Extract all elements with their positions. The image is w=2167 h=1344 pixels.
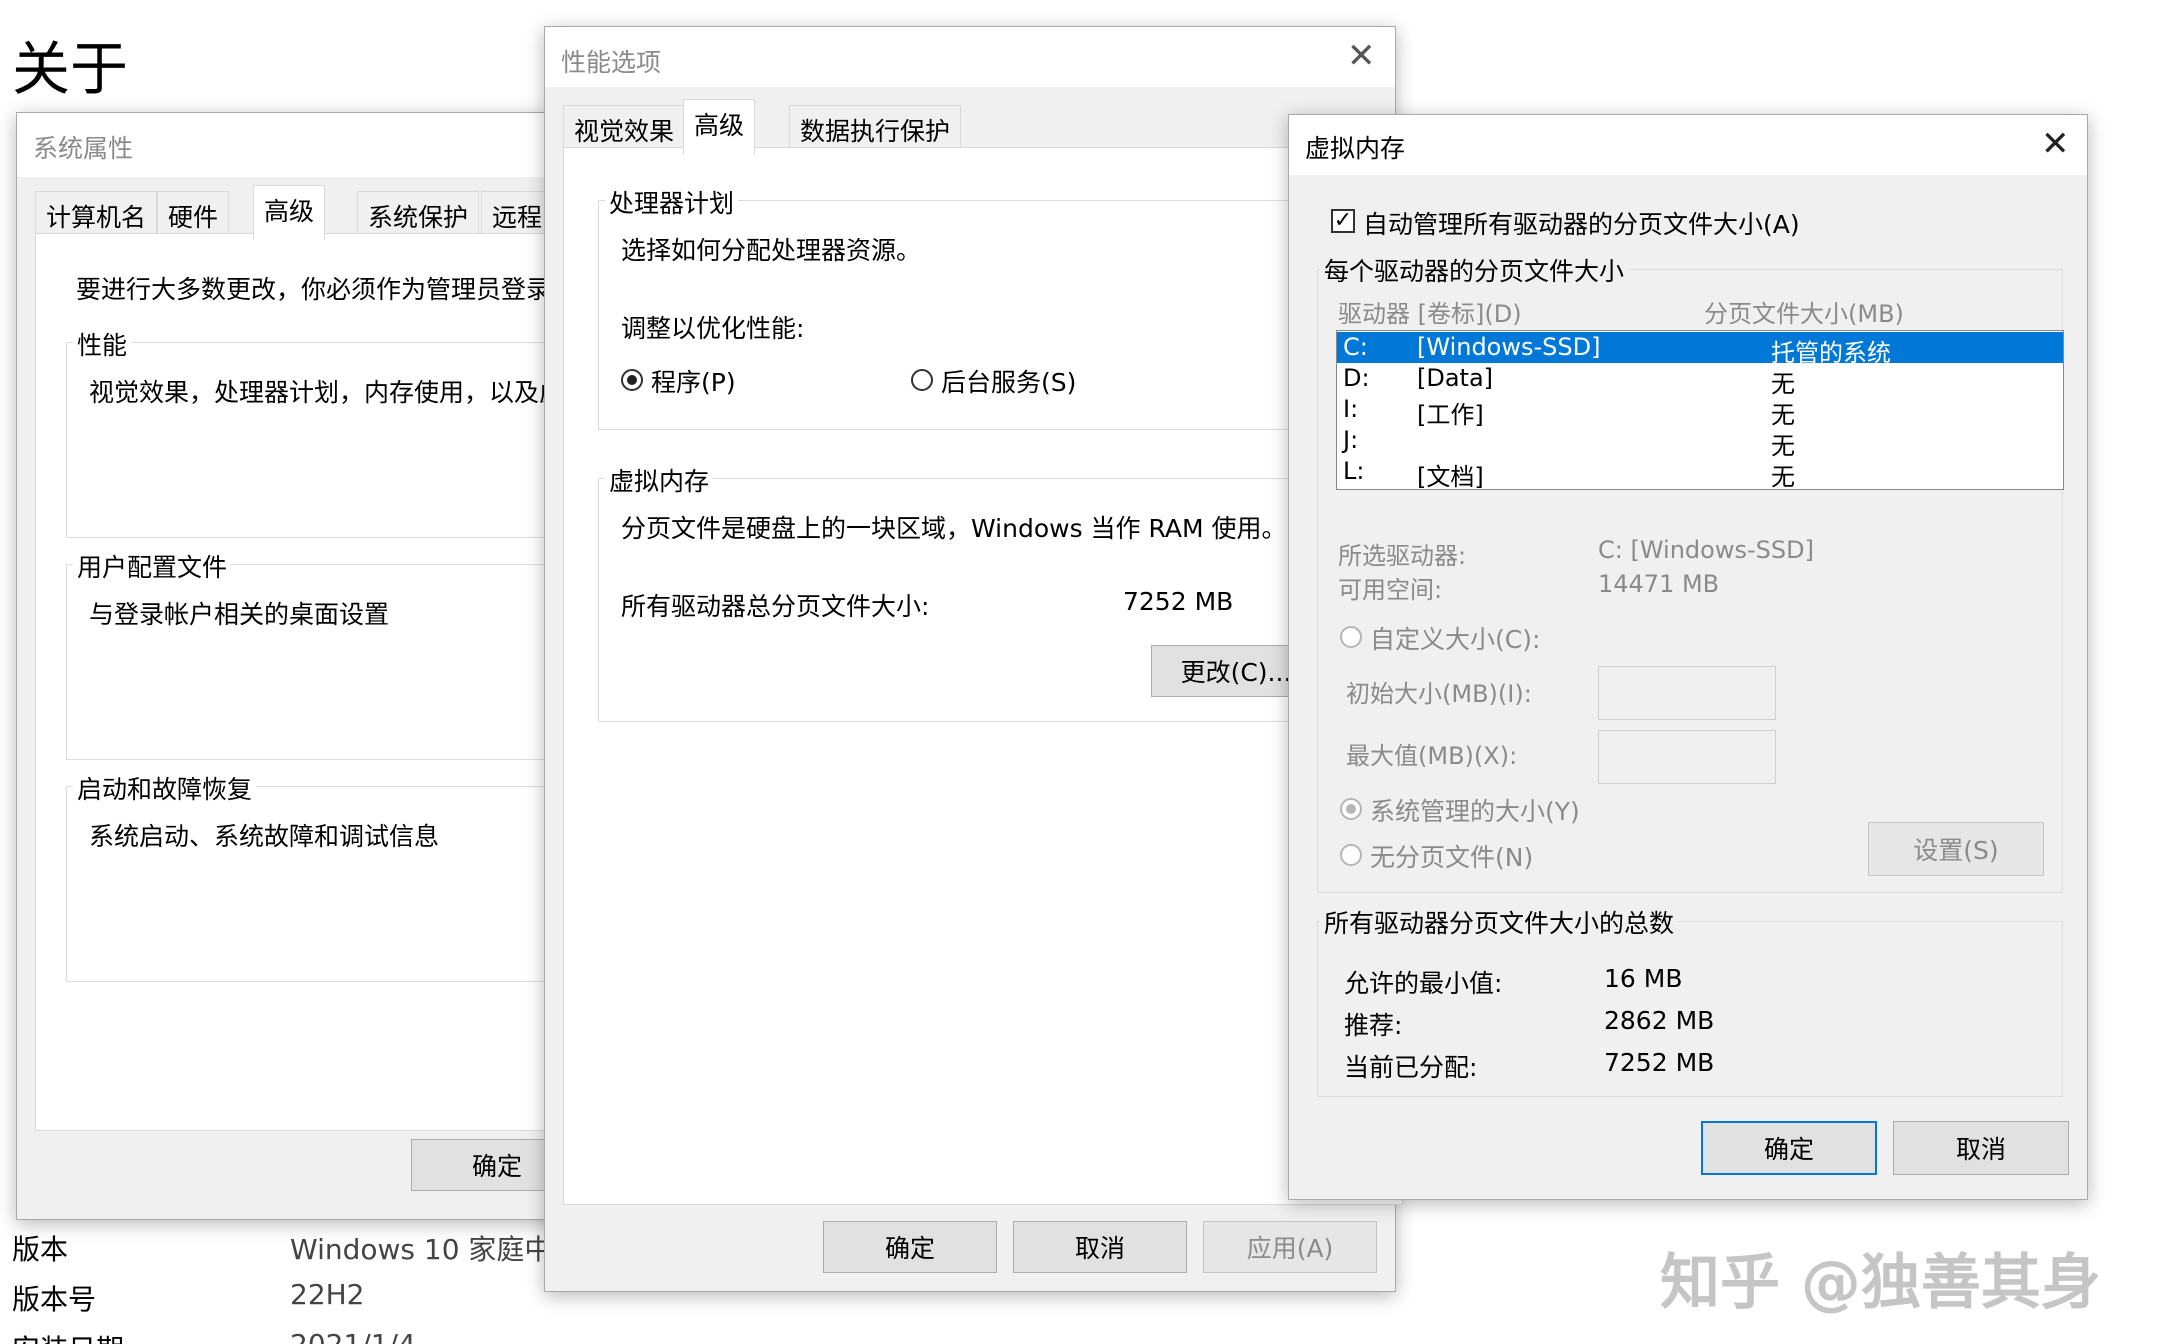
- selected-drive-label: 所选驱动器:: [1338, 542, 1467, 570]
- about-row-version-value: 22H2: [290, 1278, 365, 1311]
- free-space-label: 可用空间:: [1338, 576, 1443, 604]
- auto-manage-checkbox[interactable]: ✓: [1331, 209, 1355, 233]
- programs-radio-label[interactable]: 程序(P): [651, 363, 736, 399]
- system-properties-titlebar[interactable]: 系统属性: [17, 113, 575, 177]
- system-managed-radio[interactable]: [1340, 798, 1362, 820]
- drive-row-c-label: [Windows-SSD]: [1417, 333, 1601, 361]
- drive-row-l-label: [文档]: [1417, 463, 1484, 491]
- recommended-value: 2862 MB: [1604, 1006, 1715, 1035]
- group-startup-recovery-desc: 系统启动、系统故障和调试信息: [89, 822, 440, 851]
- virtual-memory-close-icon[interactable]: ✕: [2041, 127, 2070, 161]
- performance-options-titlebar[interactable]: 性能选项 ✕: [545, 27, 1395, 87]
- drive-row-d[interactable]: D: [Data] 无: [1337, 363, 2063, 398]
- column-size-header: 分页文件大小(MB): [1704, 300, 1904, 328]
- drive-row-l[interactable]: L: [文档] 无: [1337, 456, 2063, 491]
- no-paging-label[interactable]: 无分页文件(N): [1370, 838, 1533, 874]
- per-drive-title: 每个驱动器的分页文件大小: [1320, 252, 1629, 288]
- custom-size-label[interactable]: 自定义大小(C):: [1370, 620, 1540, 656]
- virtual-memory-desc: 分页文件是硬盘上的一块区域，Windows 当作 RAM 使用。: [621, 514, 1287, 543]
- group-user-profiles: 用户配置文件 与登录帐户相关的桌面设置: [66, 548, 606, 760]
- group-performance-title: 性能: [73, 326, 132, 362]
- virtual-memory-titlebar[interactable]: 虚拟内存 ✕: [1289, 115, 2087, 175]
- about-title: 关于: [12, 35, 129, 103]
- virtual-memory-window: 虚拟内存 ✕ ✓ 自动管理所有驱动器的分页文件大小(A) 每个驱动器的分页文件大…: [1288, 114, 2088, 1200]
- performance-cancel-button[interactable]: 取消: [1013, 1221, 1187, 1273]
- about-row-version-label: 版本号: [12, 1283, 97, 1316]
- total-paging-value: 7252 MB: [1123, 587, 1234, 616]
- drive-row-d-drive: D:: [1343, 364, 1370, 392]
- drive-row-c[interactable]: C: [Windows-SSD] 托管的系统: [1337, 332, 2063, 367]
- performance-apply-button[interactable]: 应用(A): [1203, 1221, 1377, 1273]
- max-size-label: 最大值(MB)(X):: [1346, 742, 1518, 770]
- admin-notice: 要进行大多数更改，你必须作为管理员登录。: [76, 275, 577, 304]
- watermark: 知乎 @独善其身: [1660, 1248, 2101, 1318]
- processor-scheduling-desc: 选择如何分配处理器资源。: [621, 236, 922, 265]
- virtual-memory-cancel-button[interactable]: 取消: [1893, 1121, 2069, 1175]
- group-startup-recovery-title: 启动和故障恢复: [73, 770, 257, 806]
- performance-options-title: 性能选项: [561, 48, 662, 77]
- performance-ok-button[interactable]: 确定: [823, 1221, 997, 1273]
- drive-row-c-drive: C:: [1343, 333, 1368, 361]
- performance-options-window: 性能选项 ✕ 视觉效果 高级 数据执行保护 处理器计划 选择如何分配处理器资源。…: [544, 26, 1428, 1292]
- programs-radio[interactable]: [621, 369, 643, 391]
- drive-row-d-label: [Data]: [1417, 364, 1494, 392]
- about-row-edition-value: Windows 10 家庭中文: [290, 1233, 581, 1266]
- max-size-input[interactable]: [1598, 730, 1776, 784]
- group-performance-desc: 视觉效果，处理器计划，内存使用，以及虚: [89, 378, 565, 407]
- drive-row-j-drive: J:: [1343, 426, 1359, 454]
- system-properties-window: 系统属性 计算机名 硬件 高级 系统保护 远程 要进行大多数更改，你必须作为管理…: [16, 112, 606, 1220]
- processor-scheduling-title: 处理器计划: [605, 184, 739, 220]
- initial-size-label: 初始大小(MB)(I):: [1346, 680, 1532, 708]
- group-performance: 性能 视觉效果，处理器计划，内存使用，以及虚: [66, 326, 606, 538]
- system-managed-label[interactable]: 系统管理的大小(Y): [1370, 792, 1580, 828]
- auto-manage-label[interactable]: 自动管理所有驱动器的分页文件大小(A): [1363, 205, 1800, 241]
- group-totals: 所有驱动器分页文件大小的总数 允许的最小值: 16 MB 推荐: 2862 MB…: [1317, 904, 2063, 1097]
- initial-size-input[interactable]: [1598, 666, 1776, 720]
- currently-allocated-value: 7252 MB: [1604, 1048, 1715, 1077]
- currently-allocated-label: 当前已分配:: [1344, 1053, 1478, 1082]
- about-row-install-value: 2021/1/4: [290, 1328, 416, 1344]
- recommended-label: 推荐:: [1344, 1011, 1403, 1040]
- selected-drive-value: C: [Windows-SSD]: [1598, 536, 1814, 564]
- system-properties-title: 系统属性: [33, 134, 134, 163]
- performance-options-close-icon[interactable]: ✕: [1347, 39, 1376, 73]
- drive-row-l-size: 无: [1771, 463, 1795, 491]
- group-startup-recovery: 启动和故障恢复 系统启动、系统故障和调试信息: [66, 770, 606, 982]
- virtual-memory-group-title: 虚拟内存: [605, 462, 714, 498]
- min-allowed-value: 16 MB: [1604, 964, 1683, 993]
- custom-size-radio[interactable]: [1340, 626, 1362, 648]
- system-properties-panel: 要进行大多数更改，你必须作为管理员登录。 性能 视觉效果，处理器计划，内存使用，…: [35, 233, 606, 1131]
- group-user-profiles-title: 用户配置文件: [73, 548, 232, 584]
- virtual-memory-title: 虚拟内存: [1305, 134, 1406, 163]
- totals-title: 所有驱动器分页文件大小的总数: [1320, 904, 1679, 940]
- column-drive-header: 驱动器 [卷标](D): [1338, 300, 1522, 328]
- adjust-performance-label: 调整以优化性能:: [621, 314, 805, 343]
- drive-row-l-drive: L:: [1343, 457, 1365, 485]
- background-services-radio[interactable]: [911, 369, 933, 391]
- drive-row-i[interactable]: I: [工作] 无: [1337, 394, 2063, 429]
- group-user-profiles-desc: 与登录帐户相关的桌面设置: [89, 600, 390, 629]
- performance-options-panel: 处理器计划 选择如何分配处理器资源。 调整以优化性能: 程序(P) 后台服务(S…: [563, 147, 1428, 1205]
- free-space-value: 14471 MB: [1598, 570, 1720, 598]
- group-per-drive: 每个驱动器的分页文件大小 驱动器 [卷标](D) 分页文件大小(MB) C: […: [1317, 252, 2064, 893]
- virtual-memory-ok-button[interactable]: 确定: [1701, 1121, 1877, 1175]
- min-allowed-label: 允许的最小值:: [1344, 969, 1503, 998]
- drive-list[interactable]: C: [Windows-SSD] 托管的系统 D: [Data] 无 I: [工…: [1336, 330, 2064, 491]
- drive-row-i-drive: I:: [1343, 395, 1359, 423]
- set-button[interactable]: 设置(S): [1868, 822, 2044, 876]
- no-paging-radio[interactable]: [1340, 844, 1362, 866]
- background-services-radio-label[interactable]: 后台服务(S): [941, 363, 1076, 399]
- about-row-install-label: 安装日期: [12, 1328, 124, 1344]
- tab-perf-advanced[interactable]: 高级: [683, 99, 756, 154]
- about-row-edition-label: 版本: [12, 1233, 69, 1266]
- drive-row-j[interactable]: J: 无: [1337, 425, 2063, 460]
- tab-advanced[interactable]: 高级: [253, 185, 326, 240]
- total-paging-label: 所有驱动器总分页文件大小:: [621, 592, 930, 621]
